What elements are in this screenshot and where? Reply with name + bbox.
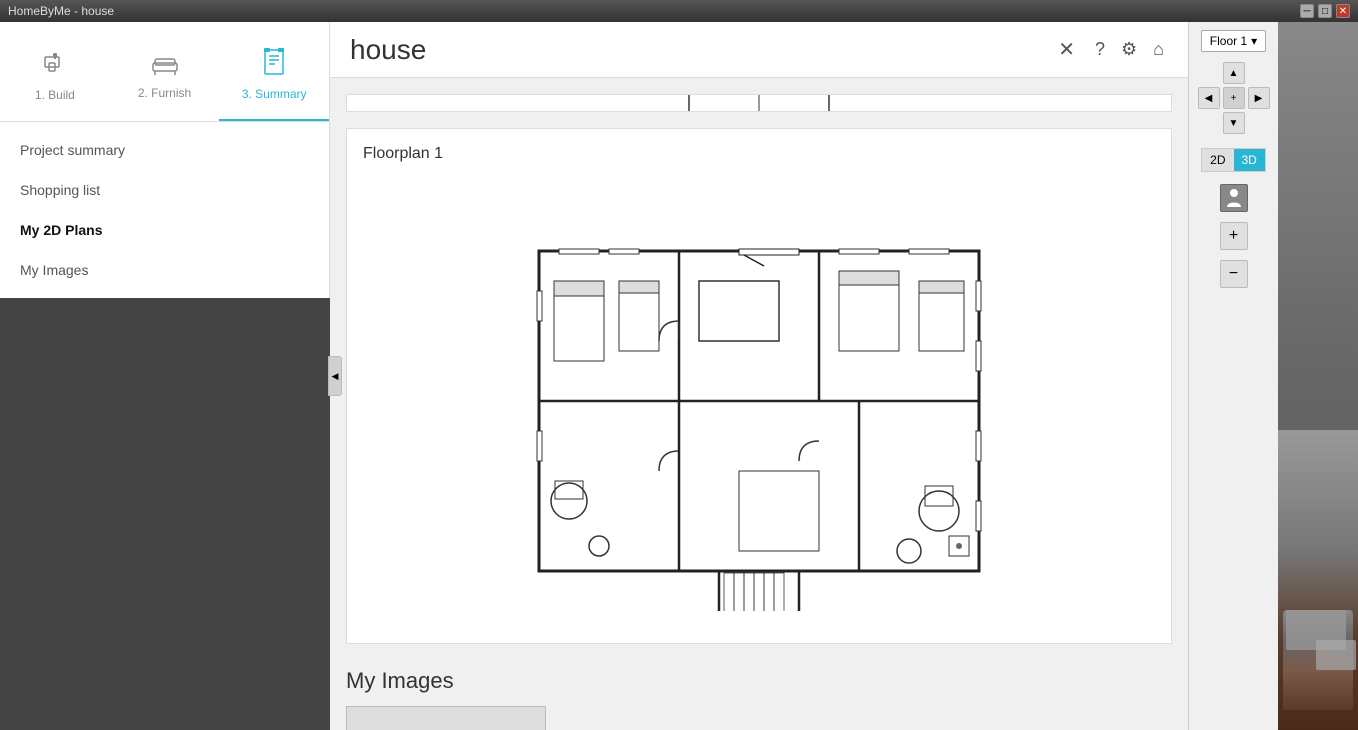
furnish-icon [149,51,181,80]
help-button[interactable]: ? [1091,35,1109,64]
content-header: house ✕ ? ⚙ ⌂ [330,22,1188,78]
app-title: HomeByMe - house [8,4,114,18]
nav-left-button[interactable]: ◀ [1198,87,1220,109]
content-close-button[interactable]: ✕ [1050,33,1083,66]
title-bar: HomeByMe - house ─ □ ✕ [0,0,1358,22]
window-controls: ─ □ ✕ [1300,4,1350,18]
collapse-icon: ◀ [332,371,339,382]
tab-build-label: 1. Build [35,88,75,102]
floor-selector[interactable]: Floor 1 ▾ [1201,30,1266,52]
home-button[interactable]: ⌂ [1149,35,1168,64]
minimize-button[interactable]: ─ [1300,4,1314,18]
content-scroll[interactable]: Floorplan 1 [330,78,1188,730]
right-panel: house ✕ ? ⚙ ⌂ [330,22,1358,730]
floorplan-card: Floorplan 1 [346,128,1172,644]
3d-preview-content [1278,430,1358,730]
tab-summary-label: 3. Summary [242,87,307,101]
sidebar-item-my-images[interactable]: My Images [0,250,329,290]
view-2d-button[interactable]: 2D [1202,149,1233,171]
app-container: 1. Build 2. Furnish [0,22,1358,730]
view-toggle: 2D 3D [1201,148,1266,172]
sidebar-item-shopping-list[interactable]: Shopping list [0,170,329,210]
floorplan-image [363,175,1155,627]
header-icons: ✕ ? ⚙ ⌂ [1050,33,1168,66]
summary-icon [262,48,286,81]
my-images-section: My Images [346,660,1172,730]
floor-label: Floor 1 [1210,34,1247,48]
nav-right-button[interactable]: ▶ [1248,87,1270,109]
close-window-button[interactable]: ✕ [1336,4,1350,18]
view-3d-button[interactable]: 3D [1234,149,1265,171]
page-title: house [350,34,426,66]
sidebar-item-my-2d-plans[interactable]: My 2D Plans [0,210,329,250]
floorplan-svg [479,191,1039,611]
person-view-button[interactable] [1220,184,1248,212]
maximize-button[interactable]: □ [1318,4,1332,18]
build-icon [41,49,69,82]
tab-build[interactable]: 1. Build [0,30,110,121]
nav-cross: ▲ ◀ + ▶ ▼ [1198,62,1270,134]
top-floorplan-preview [609,94,909,112]
settings-button[interactable]: ⚙ [1117,35,1141,64]
nav-down-button[interactable]: ▼ [1223,112,1245,134]
3d-preview [1278,22,1358,730]
my-images-placeholder [346,706,546,730]
sidebar-nav: Project summary Shopping list My 2D Plan… [0,122,329,298]
zoom-out-button[interactable]: − [1220,260,1248,288]
sidebar-item-project-summary[interactable]: Project summary [0,130,329,170]
right-controls-bar: Floor 1 ▾ ▲ ◀ + ▶ ▼ 2D 3D [1188,22,1278,730]
top-image-card [346,94,1172,112]
tab-furnish-label: 2. Furnish [138,86,191,100]
sidebar-collapse-button[interactable]: ◀ [328,356,342,396]
sidebar-wrapper: 1. Build 2. Furnish [0,22,330,730]
zoom-in-button[interactable]: + [1220,222,1248,250]
floorplan-title: Floorplan 1 [363,145,1155,163]
tab-summary[interactable]: 3. Summary [219,30,329,121]
nav-up-button[interactable]: ▲ [1223,62,1245,84]
nav-center-button[interactable]: + [1223,87,1245,109]
tab-furnish[interactable]: 2. Furnish [110,30,220,121]
main-content: house ✕ ? ⚙ ⌂ [330,22,1188,730]
my-images-title: My Images [346,668,1172,694]
floor-dropdown-arrow-icon: ▾ [1251,34,1257,48]
sidebar-tabs: 1. Build 2. Furnish [0,22,329,122]
person-icon [1226,188,1242,208]
sidebar: 1. Build 2. Furnish [0,22,330,298]
